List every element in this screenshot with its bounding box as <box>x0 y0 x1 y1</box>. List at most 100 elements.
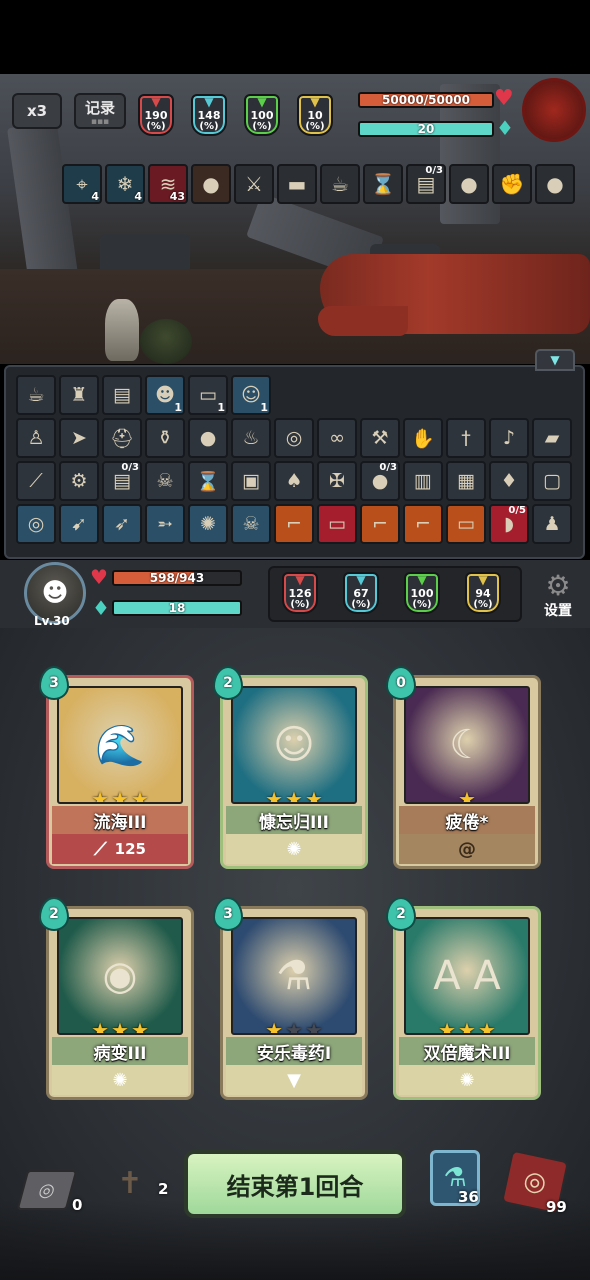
slot-boot[interactable]: ⌐ <box>403 504 443 544</box>
hero-bird-mask[interactable] <box>105 299 139 361</box>
slot-black-frame[interactable]: ▢ <box>532 461 572 501</box>
slot-spellbook[interactable]: ▤ <box>102 375 142 415</box>
slot-pickaxe[interactable]: ⚒ <box>360 418 400 458</box>
slot-trumpet[interactable]: ♪ <box>489 418 529 458</box>
star-icon: ★ <box>477 1018 496 1035</box>
log-button[interactable]: 记录 ▪▪▪ <box>74 93 126 129</box>
slot-barrel[interactable]: ▣ <box>231 461 271 501</box>
slot-fire-bomb[interactable]: ● <box>191 164 231 204</box>
grave-pile-button[interactable]: ✝ <box>104 1160 156 1206</box>
card-illustration-icon: ◉ <box>102 953 138 999</box>
slot-strike-skill[interactable]: ➹ <box>59 504 99 544</box>
slot-chest[interactable]: ▦ <box>446 461 486 501</box>
slot-lamp[interactable]: ♦ <box>489 461 529 501</box>
question-shield-stat[interactable]: ▼ 148 (%) <box>191 94 227 136</box>
slot-goggles[interactable]: ∞ <box>317 418 357 458</box>
slot-teacup[interactable]: ☕ <box>320 164 360 204</box>
slot-apple[interactable]: ● 0/3 <box>360 461 400 501</box>
glove-icon: ✋ <box>411 427 435 450</box>
slot-rock-orb[interactable]: ● <box>449 164 489 204</box>
slot-paper[interactable]: ▭ 1 <box>188 375 228 415</box>
slot-snowflake[interactable]: ❄ 4 <box>105 164 145 204</box>
card-art: 🌊 ★ ★ ★ <box>57 686 183 804</box>
castle-stat[interactable]: ▼ 100 (%) <box>244 94 280 136</box>
question-shield-stat[interactable]: ▼ 67 (%) <box>343 572 379 614</box>
stack-count: 4 <box>91 190 99 203</box>
hero-dark-warrior[interactable] <box>140 319 192 364</box>
slot-brain-jar[interactable]: ◎ <box>274 418 314 458</box>
hand-card[interactable]: ☺ ★ ★ ★ 慷忘归III ✺ 2 <box>213 666 368 869</box>
slot-glove[interactable]: ✋ <box>403 418 443 458</box>
enemy-dragon-portrait[interactable] <box>522 78 586 142</box>
slot-dark-figure[interactable]: ♟ <box>532 504 572 544</box>
slot-claw-mark[interactable]: ≋ 43 <box>148 164 188 204</box>
dagger-icon: ⚔ <box>245 172 263 196</box>
slot-boot[interactable]: ⌐ <box>360 504 400 544</box>
star-icon: ★ <box>130 1018 149 1035</box>
hand-card[interactable]: A A ★ ★ ★ 双倍魔术III ✺ 2 <box>386 897 541 1100</box>
slot-wood-totem[interactable]: ♜ <box>59 375 99 415</box>
slot-fire-bomb[interactable]: ● <box>188 418 228 458</box>
slot-dagger[interactable]: ⚔ <box>234 164 274 204</box>
slot-sack[interactable]: ♠ <box>274 461 314 501</box>
slot-knife[interactable]: † <box>446 418 486 458</box>
collapse-panel-button[interactable]: ▼ <box>535 349 575 371</box>
slot-green-jar[interactable]: ⚱ <box>145 418 185 458</box>
player-hp-bar: 598/943 <box>112 570 242 586</box>
slot-green-vial[interactable]: ⟋ <box>16 461 56 501</box>
slot-bone-hand[interactable]: ☠ <box>145 461 185 501</box>
crit-stat[interactable]: ▼ 94 (%) <box>465 572 501 614</box>
sword-stat[interactable]: ▼ 126 (%) <box>282 572 318 614</box>
hand-card[interactable]: 🌊 ★ ★ ★ 流海III ⟋ 125 3 <box>39 666 194 869</box>
card-illustration-icon: ☺ <box>273 722 315 768</box>
claw-icon: ⟋ <box>94 838 107 860</box>
slot-bread[interactable]: ▰ <box>532 418 572 458</box>
slot-hourglass[interactable]: ⌛ <box>363 164 403 204</box>
sword-stat[interactable]: ▼ 190 (%) <box>138 94 174 136</box>
hourglass-icon: ⌛ <box>196 470 220 493</box>
slot-torch[interactable]: ♨ <box>231 418 271 458</box>
slot-hourglass[interactable]: ⌛ <box>188 461 228 501</box>
slot-voodoo-doll[interactable]: ♙ <box>16 418 56 458</box>
slot-horned-skull[interactable]: ☠ <box>231 504 271 544</box>
speed-button[interactable]: x3 <box>12 93 62 129</box>
slot-teacup[interactable]: ☕ <box>16 375 56 415</box>
slot-shadow-face[interactable]: ☻ 1 <box>145 375 185 415</box>
slot-helmet[interactable]: ⛑ <box>102 418 142 458</box>
slot-dash-skill[interactable]: ➵ <box>145 504 185 544</box>
slot-crosshair[interactable]: ⌖ 4 <box>62 164 102 204</box>
slot-spellbook[interactable]: ▤ 0/3 <box>406 164 446 204</box>
slot-fist[interactable]: ✊ <box>492 164 532 204</box>
meat-icon: ◗ <box>503 513 514 535</box>
slot-boot[interactable]: ⌐ <box>274 504 314 544</box>
end-turn-button[interactable]: 结束第1回合 <box>184 1150 406 1218</box>
star-icon: ★ <box>91 1018 110 1035</box>
apple-icon: ● <box>546 172 564 196</box>
castle-stat[interactable]: ▼ 100 (%) <box>404 572 440 614</box>
red-tome-icon: ▥ <box>414 470 432 492</box>
slot-red-tome[interactable]: ▥ <box>403 461 443 501</box>
hand-card[interactable]: ⚗ ★ ★ ★ 安乐毒药I ▼ 3 <box>213 897 368 1100</box>
slot-spin-skill[interactable]: ✺ <box>188 504 228 544</box>
slot-open-scroll[interactable]: ▭ <box>446 504 486 544</box>
slot-slash-skill[interactable]: ➶ <box>102 504 142 544</box>
slot-crossbow[interactable]: ✠ <box>317 461 357 501</box>
device-status-strip <box>0 0 590 74</box>
settings-button[interactable]: ⚙ 设置 <box>538 572 578 620</box>
crit-stat[interactable]: ▼ 10 (%) <box>297 94 333 136</box>
slot-meat[interactable]: ◗ 0/5 <box>489 504 529 544</box>
teacup-icon: ☕ <box>331 172 349 196</box>
slot-apple[interactable]: ● <box>535 164 575 204</box>
hand-card[interactable]: ☾ ★ 疲倦* @0 <box>386 666 541 869</box>
slot-swirl-skill[interactable]: ◎ <box>16 504 56 544</box>
slot-scroll[interactable]: ▭ <box>317 504 357 544</box>
slot-fish[interactable]: ➤ <box>59 418 99 458</box>
player-energy-text: 18 <box>168 601 186 615</box>
slot-red-scroll[interactable]: ▬ <box>277 164 317 204</box>
card-stars: ★ ★ ★ <box>233 788 355 802</box>
slot-purple-book[interactable]: ▤ 0/3 <box>102 461 142 501</box>
slot-gear-trap[interactable]: ⚙ <box>59 461 99 501</box>
hand-card[interactable]: ◉ ★ ★ ★ 病变III ✺ 2 <box>39 897 194 1100</box>
sack-icon: ♠ <box>285 470 303 492</box>
slot-ghost-face[interactable]: ☺ 1 <box>231 375 271 415</box>
